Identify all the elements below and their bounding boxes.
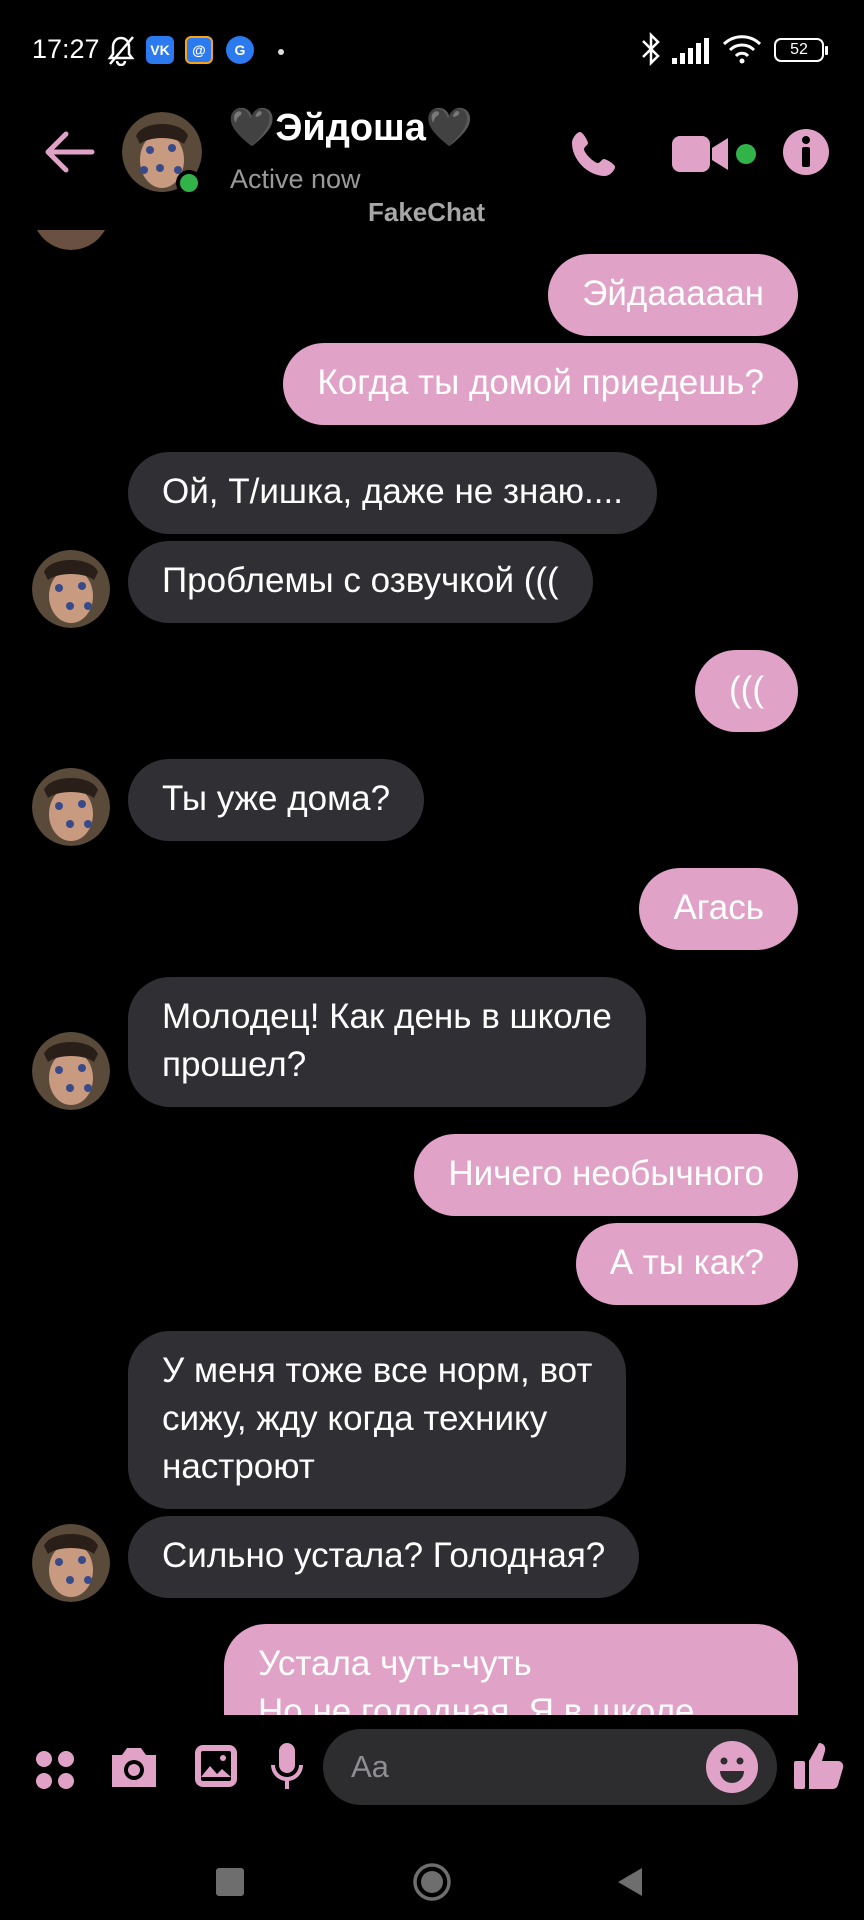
battery-indicator: 52 [774, 38, 828, 62]
message-line: настроют [162, 1447, 315, 1486]
system-nav-bar [0, 1820, 864, 1920]
signal-icon [672, 38, 709, 64]
contact-avatar-small[interactable] [32, 768, 110, 846]
google-app-icon: G [226, 36, 254, 64]
message-outgoing[interactable]: Когда ты домой приедешь? [283, 343, 798, 425]
home-button[interactable] [412, 1862, 452, 1902]
contact-name[interactable]: 🖤Эйдоша🖤 [228, 106, 473, 150]
phone-call-icon[interactable] [566, 126, 622, 182]
gallery-icon[interactable] [193, 1743, 239, 1789]
message-outgoing[interactable]: Эйдааааан [548, 254, 798, 336]
video-active-dot [736, 144, 756, 164]
camera-icon[interactable] [108, 1745, 160, 1791]
menu-icon[interactable] [34, 1749, 76, 1791]
message-incoming[interactable]: Ой, Т/ишка, даже не знаю.... [128, 452, 657, 534]
contact-status: Active now [230, 164, 361, 194]
composer-bar [0, 1715, 864, 1820]
message-outgoing[interactable]: Устала чуть-чуть Но не голодная. Я в шко… [224, 1624, 798, 1715]
vk-app-icon: VK [146, 36, 174, 64]
contact-avatar-small[interactable] [32, 550, 110, 628]
contact-avatar-small[interactable] [32, 1524, 110, 1602]
contact-avatar-small [36, 230, 106, 250]
message-incoming[interactable]: У меня тоже все норм, вот сижу, жду когд… [128, 1331, 627, 1509]
bluetooth-icon [642, 32, 660, 66]
thumbs-up-icon[interactable] [792, 1737, 846, 1793]
message-line: Но не голодная. Я в школе [258, 1692, 695, 1715]
message-outgoing[interactable]: Ничего необычного [414, 1134, 798, 1216]
microphone-icon[interactable] [270, 1741, 304, 1793]
message-incoming[interactable]: Проблемы с озвучкой ((( [128, 541, 593, 623]
wifi-icon [722, 35, 762, 64]
more-notifications-dot [278, 49, 284, 55]
message-incoming[interactable]: Сильно устала? Голодная? [128, 1516, 640, 1598]
message-outgoing[interactable]: А ты как? [575, 1223, 798, 1305]
status-time: 17:27 [32, 34, 100, 64]
message-incoming[interactable]: Ты уже дома? [128, 759, 425, 841]
message-line: Молодец! Как день в школе [162, 997, 612, 1036]
online-status-dot [176, 170, 202, 196]
message-list[interactable]: Эйдааааан Когда ты домой приедешь? Ой, Т… [0, 230, 864, 1715]
message-line: У меня тоже все норм, вот [162, 1351, 593, 1390]
contact-avatar-small[interactable] [32, 1032, 110, 1110]
message-incoming[interactable]: Молодец! Как день в школе прошел? [128, 977, 646, 1107]
bell-muted-icon [107, 36, 135, 66]
message-outgoing[interactable]: ((( [695, 650, 798, 732]
message-line: сижу, жду когда технику [162, 1399, 548, 1438]
video-call-icon[interactable] [670, 134, 732, 174]
mail-app-icon: @ [185, 36, 213, 64]
info-icon[interactable] [782, 128, 830, 176]
message-line: Устала чуть-чуть [258, 1644, 532, 1683]
watermark: FakeChat [368, 197, 486, 227]
back-arrow-icon[interactable] [44, 130, 96, 174]
recents-button[interactable] [216, 1868, 244, 1896]
message-outgoing[interactable]: Агась [639, 868, 798, 950]
message-line: прошел? [162, 1045, 307, 1084]
back-button[interactable] [616, 1866, 644, 1898]
emoji-icon[interactable] [704, 1739, 760, 1795]
status-bar: 17:27 VK @ G 52 [0, 0, 864, 100]
